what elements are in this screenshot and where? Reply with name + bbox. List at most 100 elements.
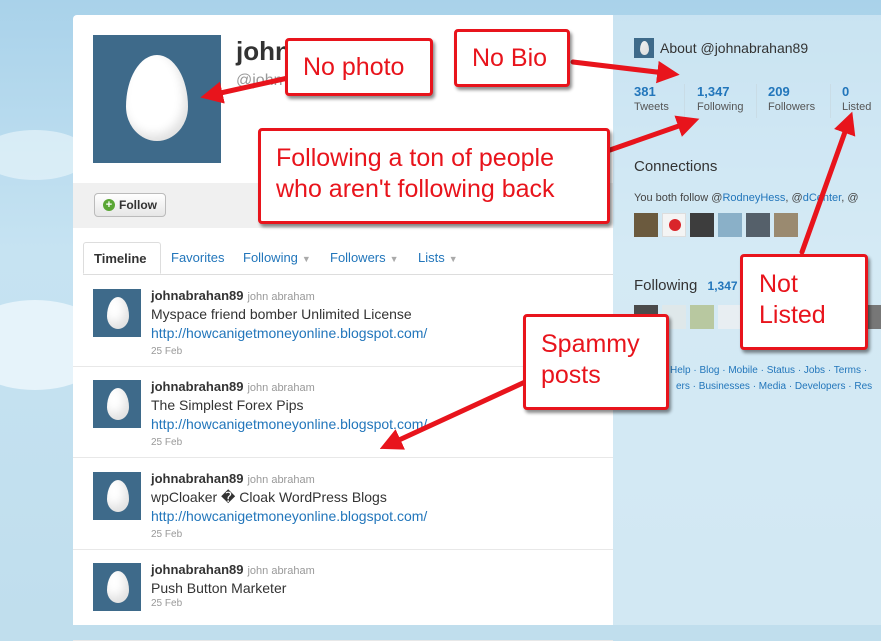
tweet-item[interactable]: johnabrahan89 john abraham wpCloaker � Cl… [73,458,613,550]
tweet-username[interactable]: johnabrahan89 john abraham [151,471,315,486]
callout-text: No Bio [472,44,548,72]
tab-label: Favorites [171,250,225,265]
tweet-link[interactable]: http://howcanigetmoneyonline.blogspot.co… [151,416,427,432]
mutual-tail: , @ [841,192,859,204]
connection-avatar[interactable] [774,213,798,237]
following-title: Following 1,347 [634,277,738,294]
tab-followers[interactable]: Followers ▼ [330,242,399,274]
tweet-username-text: johnabrahan89 [151,288,244,303]
callout-text: Spammy [541,330,640,358]
tweet-username-text: johnabrahan89 [151,379,244,394]
tweet-realname: john abraham [247,474,315,486]
tweet-item[interactable]: johnabrahan89 john abraham Push Button Ma… [73,549,613,641]
egg-icon [107,388,129,420]
mutual-user-link[interactable]: RodneyHess [722,192,785,204]
stat-label: Following [697,101,744,113]
callout-text: No photo [303,53,405,81]
stat-number: 0 [842,84,850,99]
footer-links-row1[interactable]: Help · Blog · Mobile · Status · Jobs · T… [670,365,867,376]
tweet-realname: john abraham [247,291,315,303]
stat-divider [756,84,757,118]
about-text: About @johnabrahan89 [660,40,809,56]
stat-number: 209 [768,84,790,99]
callout-following: Following a ton of people who aren't fol… [258,128,610,224]
mutual-sep: , @ [785,192,803,204]
tweet-timestamp[interactable]: 25 Feb [151,346,182,357]
follow-button-label: Follow [119,198,157,212]
logo-icon [669,219,681,231]
connection-avatar[interactable] [634,213,658,237]
stat-label: Tweets [634,101,669,113]
mutual-prefix: You both follow @ [634,192,723,204]
connection-avatar[interactable] [662,213,686,237]
mutual-follow-text: You both follow @RodneyHess, @dCenter, @ [634,192,859,204]
stat-tweets[interactable]: 381 Tweets [634,84,669,113]
callout-text: Following a ton of people [276,144,554,172]
stat-number: 381 [634,84,656,99]
following-title-text: Following [634,277,698,294]
caret-down-icon: ▼ [301,254,311,264]
plus-icon: + [103,199,115,211]
stat-followers[interactable]: 209 Followers [768,84,815,113]
callout-no-photo: No photo [285,38,433,96]
callout-spammy: Spammy posts [523,314,669,410]
egg-icon [107,297,129,329]
egg-icon [640,41,649,55]
mutual-user-link[interactable]: dCenter [803,192,842,204]
tab-timeline[interactable]: Timeline [83,242,161,274]
following-avatar[interactable] [868,305,881,329]
egg-icon [107,571,129,603]
about-heading: About @johnabrahan89 [634,38,808,58]
tab-label: Following [243,250,298,265]
mini-avatar[interactable] [634,38,654,58]
tweet-avatar[interactable] [93,380,141,428]
profile-tabs: Timeline Favorites Following ▼ Followers ▼… [83,242,613,275]
tweet-timestamp[interactable]: 25 Feb [151,529,182,540]
callout-not-listed: Not Listed [740,254,868,350]
tweet-realname: john abraham [247,565,315,577]
caret-down-icon: ▼ [448,254,458,264]
tab-following[interactable]: Following ▼ [243,242,311,274]
tweet-link[interactable]: http://howcanigetmoneyonline.blogspot.co… [151,325,427,341]
tweet-timestamp[interactable]: 25 Feb [151,598,182,609]
stat-following[interactable]: 1,347 Following [697,84,743,113]
tab-label: Timeline [94,251,147,266]
tweet-avatar[interactable] [93,563,141,611]
following-avatar[interactable] [690,305,714,329]
footer-links-row2[interactable]: ers · Businesses · Media · Developers · … [676,381,872,392]
tab-label: Followers [330,250,386,265]
caret-down-icon: ▼ [389,254,399,264]
stat-label: Listed [842,101,872,113]
egg-icon [107,480,129,512]
tweet-username[interactable]: johnabrahan89 john abraham [151,379,315,394]
tweet-timestamp[interactable]: 25 Feb [151,437,182,448]
tweet-text: The Simplest Forex Pips [151,397,304,413]
tweet-text: Push Button Marketer [151,580,287,596]
tab-favorites[interactable]: Favorites [171,242,224,274]
connection-avatar[interactable] [746,213,770,237]
tweet-avatar[interactable] [93,472,141,520]
profile-handle: @john [236,72,283,89]
follow-button[interactable]: + Follow [94,193,166,217]
stat-label: Followers [768,101,816,113]
following-count-link[interactable]: 1,347 [708,279,738,293]
tweet-username[interactable]: johnabrahan89 john abraham [151,562,315,577]
stat-listed[interactable]: 0 Listed [842,84,871,113]
connection-avatar[interactable] [690,213,714,237]
callout-text: posts [541,361,601,390]
callout-no-bio: No Bio [454,29,570,87]
tweet-username[interactable]: johnabrahan89 john abraham [151,288,315,303]
tab-lists[interactable]: Lists ▼ [418,242,458,274]
tab-label: Lists [418,250,445,265]
tweet-avatar[interactable] [93,289,141,337]
profile-name: john [236,36,291,66]
callout-text: Not [759,270,798,298]
following-avatar[interactable] [718,305,742,329]
tweet-realname: john abraham [247,382,315,394]
tweet-link[interactable]: http://howcanigetmoneyonline.blogspot.co… [151,508,427,524]
profile-avatar[interactable] [93,35,221,163]
tweet-text: wpCloaker � Cloak WordPress Blogs [151,489,387,505]
callout-text: who aren't following back [276,175,555,204]
callout-text: Listed [759,301,826,330]
connection-avatar[interactable] [718,213,742,237]
